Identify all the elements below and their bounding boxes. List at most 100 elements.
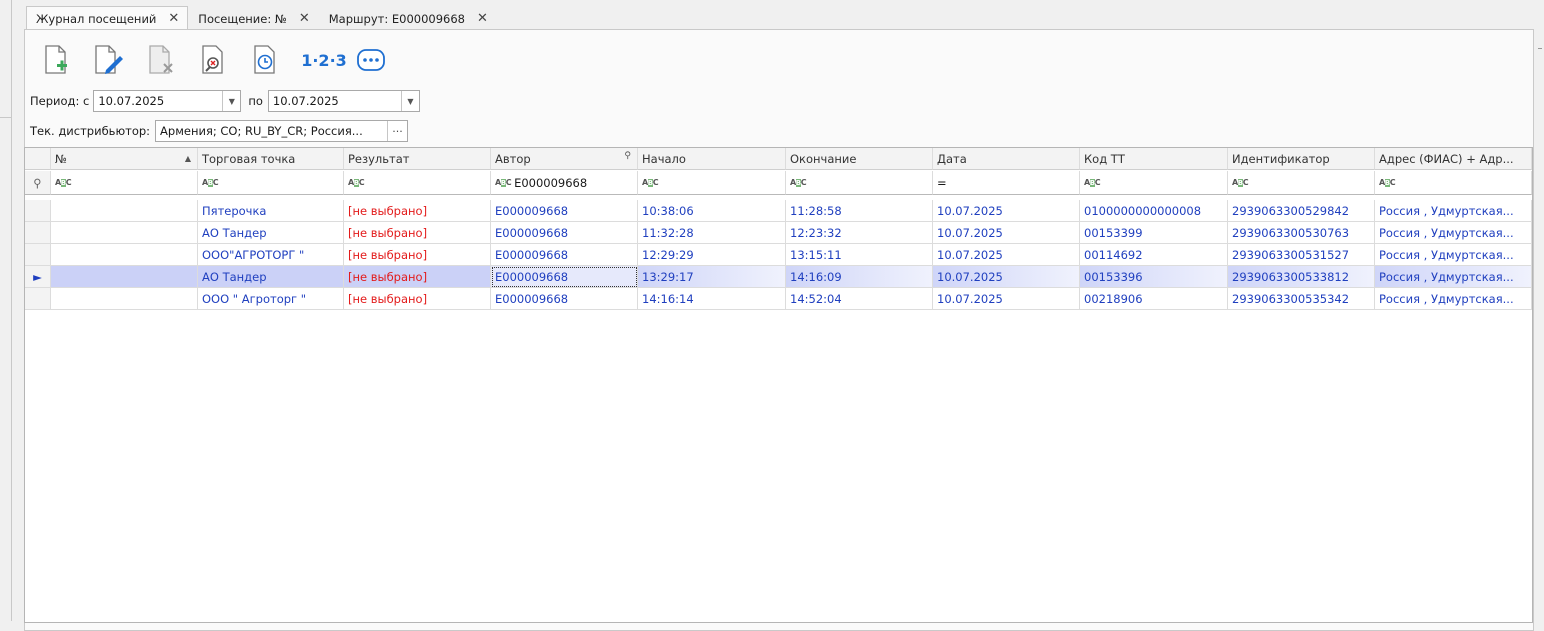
cell-start[interactable]: 10:38:06	[638, 200, 786, 222]
cell-point[interactable]: АО Тандер	[198, 266, 344, 288]
cell-date[interactable]: 10.07.2025	[933, 288, 1080, 310]
cell-start[interactable]: 11:32:28	[638, 222, 786, 244]
row-indicator[interactable]	[25, 200, 51, 222]
cell-id[interactable]: 2939063300529842	[1228, 200, 1375, 222]
cell-author[interactable]: Е000009668	[491, 288, 638, 310]
cell-address[interactable]: Россия , Удмуртская...	[1375, 266, 1532, 288]
filter-cell-author[interactable]: ABC Е000009668	[491, 171, 638, 195]
delete-button[interactable]	[144, 42, 178, 78]
period-to-combo[interactable]: 10.07.2025 ▼	[267, 90, 420, 112]
filter-cell-id[interactable]: ABC	[1228, 171, 1375, 195]
cell-number[interactable]	[51, 200, 198, 222]
row-pointer-icon[interactable]: ►	[25, 266, 51, 288]
cell-end[interactable]: 12:23:32	[786, 222, 933, 244]
filter-cell-number[interactable]: ABC	[51, 171, 198, 195]
filter-cell-address[interactable]: ABC	[1375, 171, 1532, 195]
cell-date[interactable]: 10.07.2025	[933, 266, 1080, 288]
column-header-result[interactable]: Результат	[344, 148, 491, 170]
cell-end[interactable]: 13:15:11	[786, 244, 933, 266]
cell-start[interactable]: 14:16:14	[638, 288, 786, 310]
column-header-date[interactable]: Дата	[933, 148, 1080, 170]
cell-date[interactable]: 10.07.2025	[933, 200, 1080, 222]
table-row[interactable]: Пятерочка [не выбрано] Е000009668 10:38:…	[25, 200, 1532, 222]
cell-author[interactable]: Е000009668	[491, 244, 638, 266]
cell-point[interactable]: ООО"АГРОТОРГ "	[198, 244, 344, 266]
distributor-combo[interactable]: Армения; СО; RU_BY_CR; Россия... ···	[155, 120, 409, 142]
cell-date[interactable]: 10.07.2025	[933, 244, 1080, 266]
cell-date[interactable]: 10.07.2025	[933, 222, 1080, 244]
cell-result[interactable]: [не выбрано]	[344, 200, 491, 222]
column-header-id[interactable]: Идентификатор	[1228, 148, 1375, 170]
tab-visits-journal[interactable]: Журнал посещений ✕	[26, 6, 189, 30]
cell-id[interactable]: 2939063300531527	[1228, 244, 1375, 266]
close-icon[interactable]: ✕	[477, 11, 488, 26]
add-button[interactable]	[40, 42, 74, 78]
cell-code[interactable]: 00153399	[1080, 222, 1228, 244]
row-indicator[interactable]	[25, 288, 51, 310]
column-header-code[interactable]: Код ТТ	[1080, 148, 1228, 170]
row-indicator[interactable]	[25, 244, 51, 266]
filter-cell-point[interactable]: ABC	[198, 171, 344, 195]
cell-address[interactable]: Россия , Удмуртская...	[1375, 288, 1532, 310]
cell-address[interactable]: Россия , Удмуртская...	[1375, 200, 1532, 222]
filter-cell-result[interactable]: ABC	[344, 171, 491, 195]
cell-author[interactable]: Е000009668	[491, 200, 638, 222]
more-button[interactable]	[354, 42, 388, 78]
chevron-down-icon[interactable]: ▼	[222, 91, 240, 111]
ellipsis-icon[interactable]: ···	[387, 121, 407, 141]
cell-id[interactable]: 2939063300533812	[1228, 266, 1375, 288]
cell-code[interactable]: 00153396	[1080, 266, 1228, 288]
history-button[interactable]	[248, 42, 282, 78]
filter-cell-date[interactable]: =	[933, 171, 1080, 195]
tab-visit[interactable]: Посещение: № ✕	[188, 6, 318, 30]
column-header-address[interactable]: Адрес (ФИАС) + Адр...	[1375, 148, 1532, 170]
cell-number[interactable]	[51, 222, 198, 244]
column-header-point[interactable]: Торговая точка	[198, 148, 344, 170]
close-icon[interactable]: ✕	[299, 11, 310, 26]
tab-route[interactable]: Маршрут: Е000009668 ✕	[319, 6, 497, 30]
cell-id[interactable]: 2939063300535342	[1228, 288, 1375, 310]
chevron-down-icon[interactable]: ▼	[400, 91, 419, 111]
cell-result[interactable]: [не выбрано]	[344, 222, 491, 244]
filter-cell-end[interactable]: ABC	[786, 171, 933, 195]
cell-code[interactable]: 00218906	[1080, 288, 1228, 310]
cell-start[interactable]: 12:29:29	[638, 244, 786, 266]
filter-cell-code[interactable]: ABC	[1080, 171, 1228, 195]
cell-code[interactable]: 0100000000000008	[1080, 200, 1228, 222]
row-indicator[interactable]	[25, 222, 51, 244]
find-button[interactable]	[196, 42, 230, 78]
cell-end[interactable]: 11:28:58	[786, 200, 933, 222]
column-header-number[interactable]: № ▲	[51, 148, 198, 170]
cell-number[interactable]	[51, 266, 198, 288]
cell-address[interactable]: Россия , Удмуртская...	[1375, 222, 1532, 244]
cell-end[interactable]: 14:16:09	[786, 266, 933, 288]
column-header-end[interactable]: Окончание	[786, 148, 933, 170]
cell-start[interactable]: 13:29:17	[638, 266, 786, 288]
cell-point[interactable]: Пятерочка	[198, 200, 344, 222]
table-row[interactable]: ООО " Агроторг " [не выбрано] Е000009668…	[25, 288, 1532, 310]
cell-author[interactable]: Е000009668	[491, 222, 638, 244]
table-row[interactable]: ООО"АГРОТОРГ " [не выбрано] Е000009668 1…	[25, 244, 1532, 266]
column-header-start[interactable]: Начало	[638, 148, 786, 170]
cell-result[interactable]: [не выбрано]	[344, 288, 491, 310]
cell-result[interactable]: [не выбрано]	[344, 244, 491, 266]
table-row-selected[interactable]: ► АО Тандер [не выбрано] Е000009668 13:2…	[25, 266, 1532, 288]
table-row[interactable]: АО Тандер [не выбрано] Е000009668 11:32:…	[25, 222, 1532, 244]
period-from-combo[interactable]: 10.07.2025 ▼	[93, 90, 242, 112]
column-header-author[interactable]: Автор ⚲	[491, 148, 638, 170]
edit-button[interactable]	[92, 42, 126, 78]
cell-number[interactable]	[51, 288, 198, 310]
cell-result[interactable]: [не выбрано]	[344, 266, 491, 288]
cell-number[interactable]	[51, 244, 198, 266]
cell-point[interactable]: АО Тандер	[198, 222, 344, 244]
filter-icon[interactable]: ⚲	[624, 151, 631, 161]
filter-cell-start[interactable]: ABC	[638, 171, 786, 195]
cell-author-focused[interactable]: Е000009668	[491, 266, 638, 288]
close-icon[interactable]: ✕	[168, 11, 179, 26]
cell-address[interactable]: Россия , Удмуртская...	[1375, 244, 1532, 266]
cell-end[interactable]: 14:52:04	[786, 288, 933, 310]
numbering-button[interactable]: 1·2·3	[300, 42, 348, 78]
cell-code[interactable]: 00114692	[1080, 244, 1228, 266]
cell-id[interactable]: 2939063300530763	[1228, 222, 1375, 244]
cell-point[interactable]: ООО " Агроторг "	[198, 288, 344, 310]
